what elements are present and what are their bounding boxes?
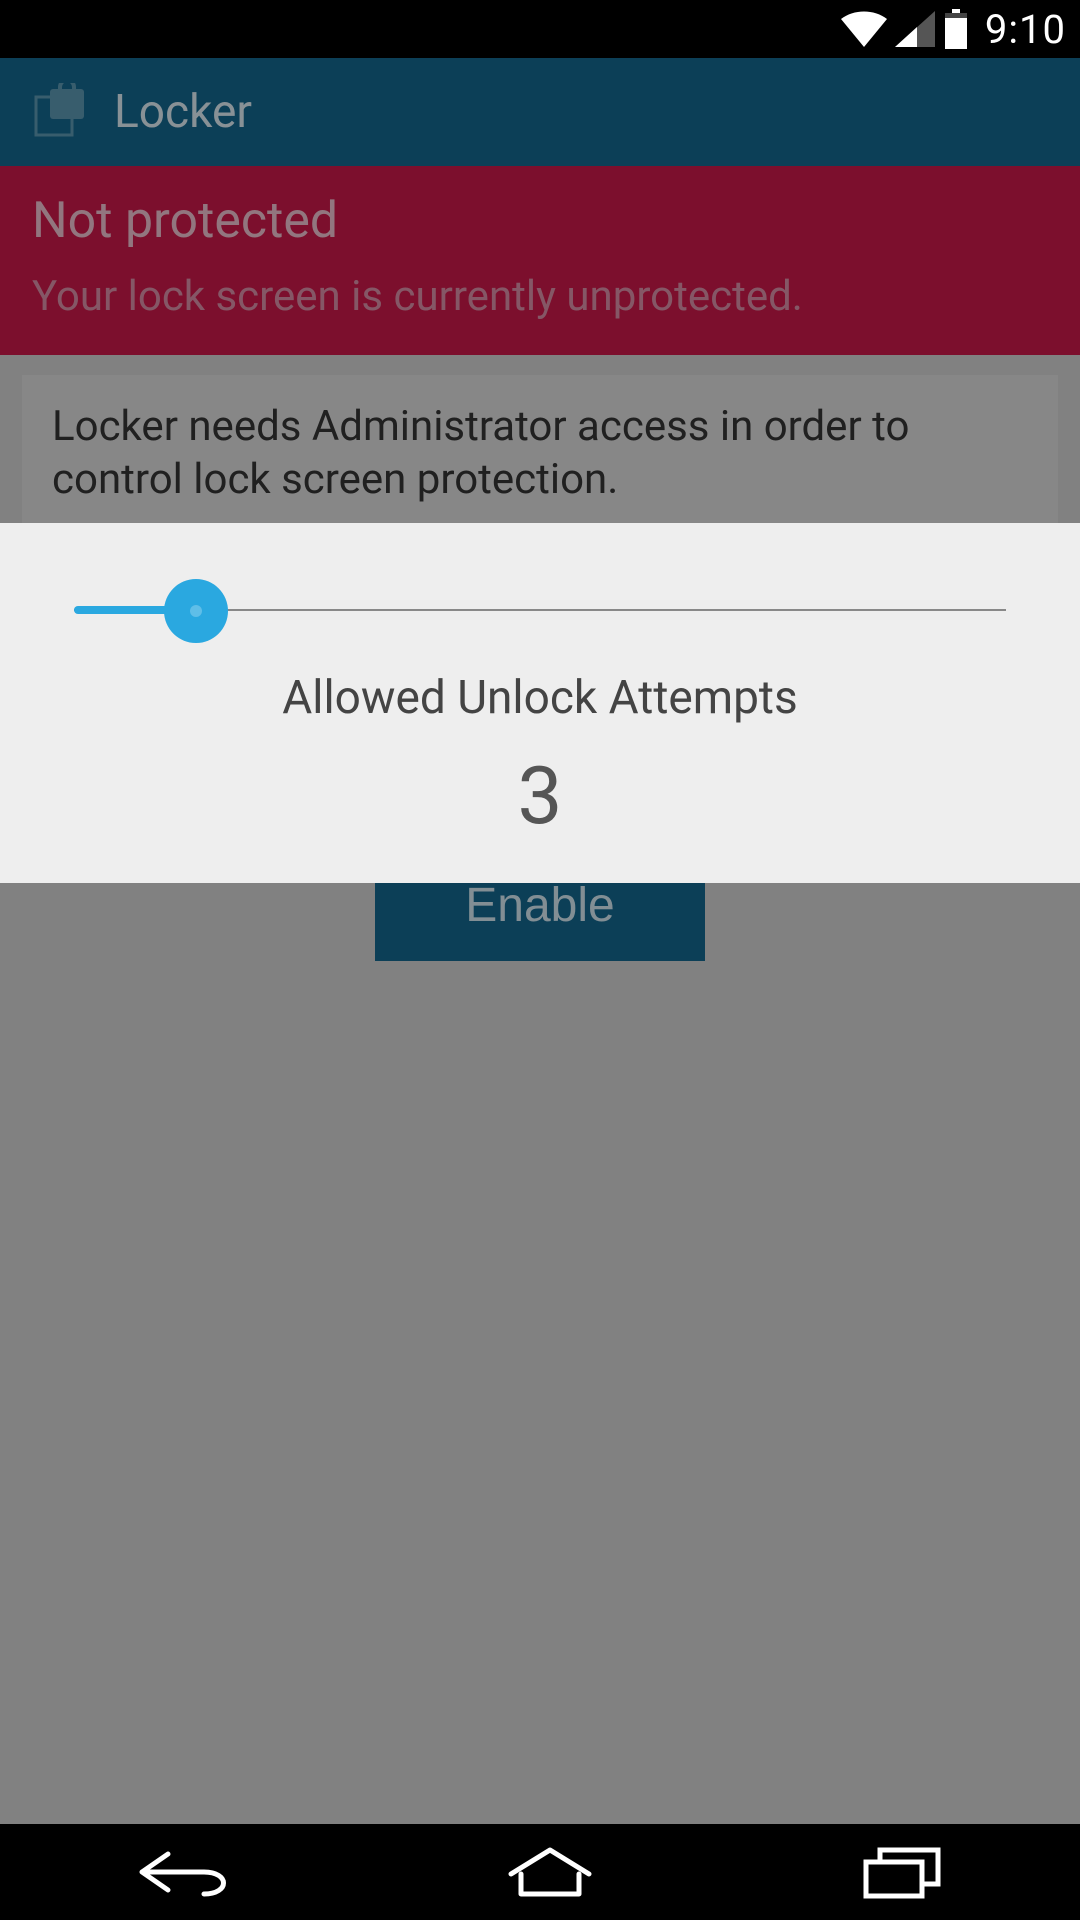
recents-button[interactable] — [858, 1844, 948, 1900]
warning-heading: Not protected — [32, 192, 1048, 250]
unlock-attempts-panel: Allowed Unlock Attempts 3 — [0, 523, 1080, 883]
unlock-attempts-value: 3 — [74, 749, 1006, 843]
action-bar: Locker — [0, 58, 1080, 166]
warning-subtext: Your lock screen is currently unprotecte… — [32, 272, 1048, 321]
protection-warning-banner: Not protected Your lock screen is curren… — [0, 166, 1080, 355]
scrim-bottom — [0, 854, 1080, 1824]
locker-app-icon — [30, 83, 88, 141]
navigation-bar — [0, 1824, 1080, 1920]
cell-signal-icon — [895, 11, 935, 47]
unlock-attempts-label: Allowed Unlock Attempts — [74, 671, 1006, 725]
back-button[interactable] — [132, 1844, 242, 1900]
unlock-attempts-slider[interactable] — [74, 571, 1006, 651]
status-time: 9:10 — [985, 6, 1066, 53]
home-button[interactable] — [505, 1844, 595, 1900]
app-screen: Locker Not protected Your lock screen is… — [0, 58, 1080, 1824]
admin-access-message: Locker needs Administrator access in ord… — [52, 401, 1028, 506]
slider-thumb[interactable] — [164, 579, 228, 643]
status-bar: 9:10 — [0, 0, 1080, 58]
battery-icon — [943, 9, 969, 49]
app-title: Locker — [114, 85, 252, 139]
wifi-icon — [841, 11, 887, 47]
